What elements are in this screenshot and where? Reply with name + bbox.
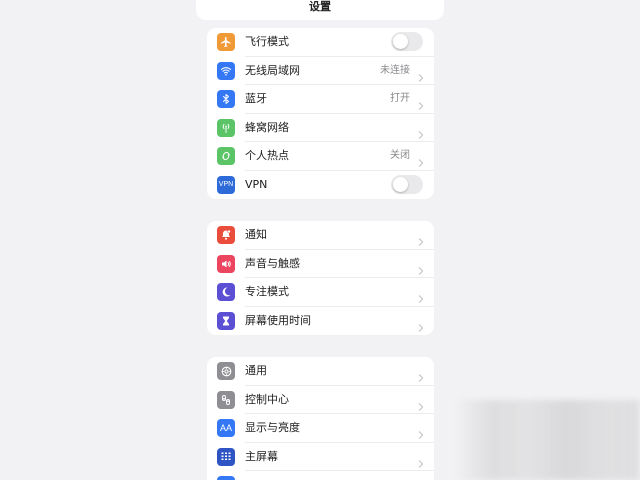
toggle-knob <box>393 176 408 192</box>
settings-row-moon[interactable]: 专注模式 <box>207 278 434 307</box>
settings-row-display[interactable]: AA 显示与亮度 <box>207 414 434 443</box>
row-label: 显示与亮度 <box>245 421 300 435</box>
chevron-right-icon <box>418 288 424 303</box>
vpn-icon: VPN <box>217 175 235 194</box>
blurred-region <box>455 400 640 480</box>
settings-row-bluetooth[interactable]: 蓝牙 打开 <box>207 85 434 114</box>
general-group: 通用控制中心 AA 显示与亮度主屏幕 <box>207 357 434 480</box>
row-label: 通用 <box>245 364 267 378</box>
row-label: 控制中心 <box>245 392 289 406</box>
settings-row-home-screen[interactable]: 主屏幕 <box>207 443 434 471</box>
row-label: 个人热点 <box>245 149 289 163</box>
row-label: 蜂窝网络 <box>245 120 289 134</box>
speaker-icon <box>217 254 235 273</box>
chevron-right-icon <box>418 260 424 275</box>
chevron-right-icon <box>418 124 424 139</box>
settings-row-airplane[interactable]: 飞行模式 <box>207 28 434 57</box>
chevron-right-icon <box>418 152 424 167</box>
row-label: 主屏幕 <box>245 449 278 463</box>
connectivity-group: 飞行模式无线局域网 未连接蓝牙 打开蜂窝网络个人热点 关闭 VPN VPN <box>207 28 434 199</box>
accessibility-icon <box>217 476 235 480</box>
display-icon: AA <box>217 419 235 437</box>
settings-row-control-center[interactable]: 控制中心 <box>207 386 434 414</box>
chevron-right-icon <box>418 396 424 411</box>
bluetooth-icon <box>217 90 235 108</box>
home-screen-icon <box>217 447 235 466</box>
wifi-icon <box>217 61 235 80</box>
settings-row-cellular[interactable]: 蜂窝网络 <box>207 114 434 142</box>
page-title: 设置 <box>309 0 331 13</box>
toggle-switch[interactable] <box>391 174 423 194</box>
chevron-right-icon <box>418 231 424 246</box>
moon-icon <box>217 283 235 301</box>
control-center-icon <box>217 390 235 409</box>
row-value: 打开 <box>390 93 410 105</box>
settings-row-gear[interactable]: 通用 <box>207 357 434 386</box>
row-label: 屏幕使用时间 <box>245 313 311 327</box>
hourglass-icon <box>217 311 235 330</box>
row-label: 蓝牙 <box>245 92 267 106</box>
chevron-right-icon <box>418 317 424 332</box>
chevron-right-icon <box>418 95 424 110</box>
row-label: 专注模式 <box>245 285 289 299</box>
chevron-right-icon <box>418 67 424 82</box>
settings-row-hourglass[interactable]: 屏幕使用时间 <box>207 307 434 336</box>
row-label: VPN <box>245 177 268 191</box>
settings-row-hotspot[interactable]: 个人热点 关闭 <box>207 142 434 171</box>
settings-row-accessibility[interactable] <box>207 471 434 480</box>
row-label: 通知 <box>245 228 267 242</box>
gear-icon <box>217 362 235 380</box>
settings-row-wifi[interactable]: 无线局域网 未连接 <box>207 57 434 85</box>
chevron-right-icon <box>418 424 424 439</box>
toggle-knob <box>393 34 408 49</box>
settings-row-speaker[interactable]: 声音与触感 <box>207 250 434 278</box>
chevron-right-icon <box>418 367 424 382</box>
bell-icon <box>217 226 235 244</box>
row-label: 无线局域网 <box>245 63 300 77</box>
settings-row-vpn[interactable]: VPN VPN <box>207 171 434 200</box>
settings-row-bell[interactable]: 通知 <box>207 221 434 250</box>
hotspot-icon <box>217 147 235 165</box>
row-label: 飞行模式 <box>245 35 289 49</box>
row-value: 未连接 <box>380 64 410 76</box>
notifications-group: 通知声音与触感专注模式屏幕使用时间 <box>207 221 434 335</box>
settings-screen: 设置 飞行模式无线局域网 未连接蓝牙 打开蜂窝网络个人热点 关闭 VPN VPN 通知声音… <box>0 0 640 480</box>
row-value: 关闭 <box>390 150 410 162</box>
chevron-right-icon <box>418 453 424 468</box>
airplane-icon <box>217 33 235 51</box>
row-label: 声音与触感 <box>245 256 300 270</box>
toggle-switch[interactable] <box>391 32 423 51</box>
cellular-icon <box>217 118 235 137</box>
